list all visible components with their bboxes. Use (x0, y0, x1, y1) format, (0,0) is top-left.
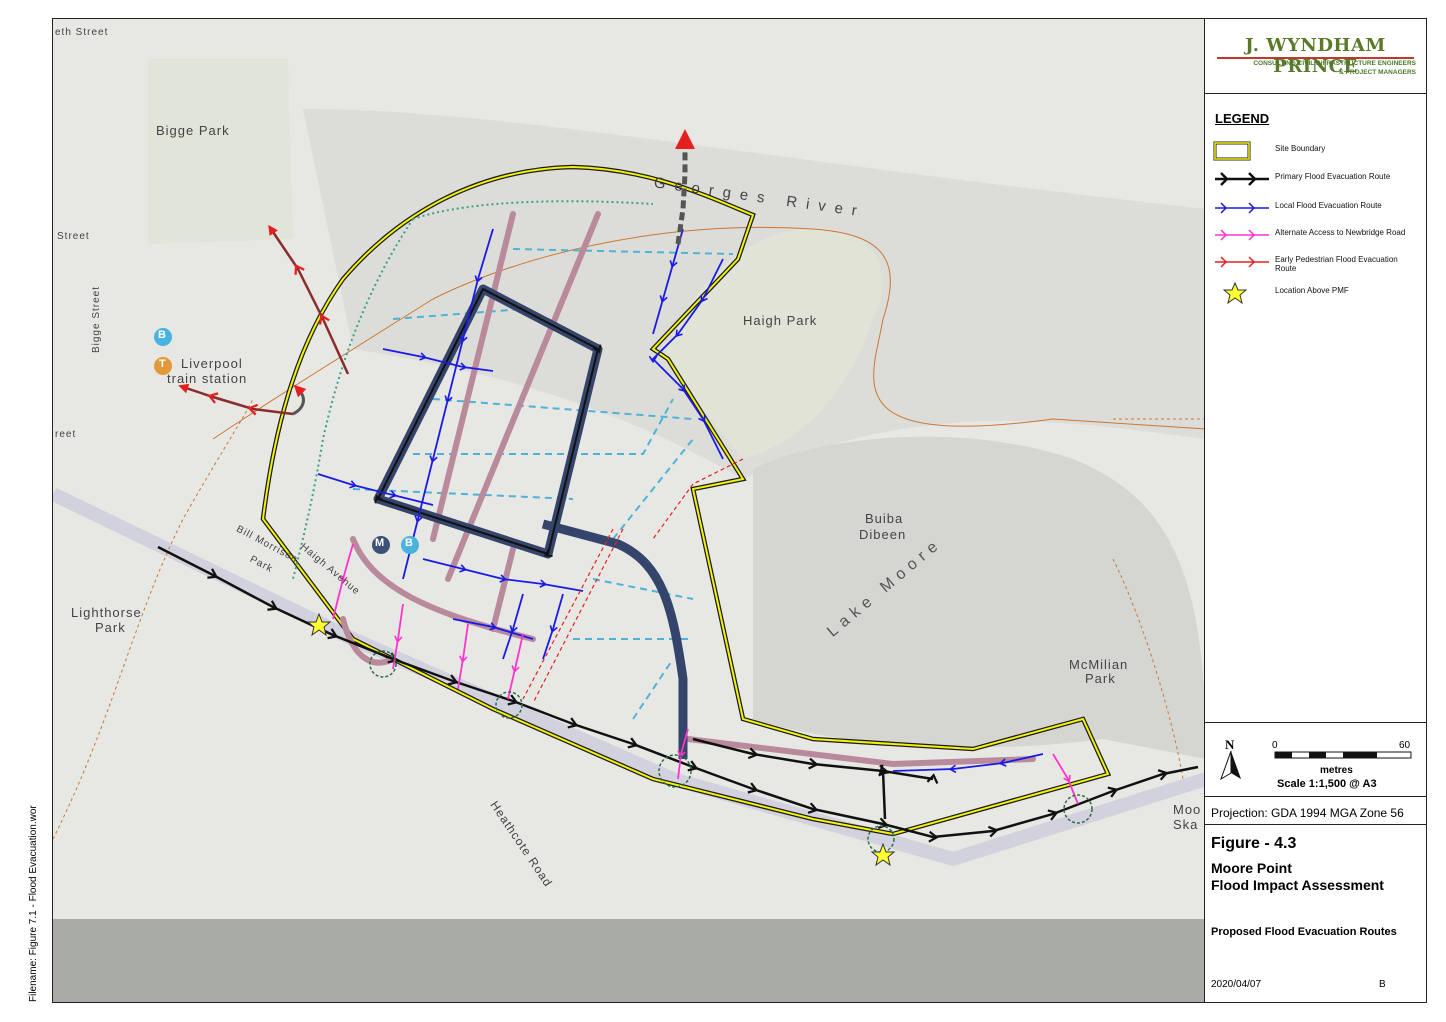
label-mcmilian-line1: McMilian (1069, 657, 1129, 672)
figure-title-line2: Flood Impact Assessment (1211, 877, 1384, 893)
legend-item-site-boundary: Site Boundary (1213, 140, 1423, 162)
legend-label: Early Pedestrian Flood Evacuation Route (1275, 255, 1398, 273)
legend-label: Location Above PMF (1275, 286, 1349, 295)
scale-end: 60 (1399, 740, 1411, 751)
bigge-park-area (148, 59, 293, 244)
legend-label: Primary Flood Evacuation Route (1275, 172, 1391, 181)
b-badge-station-letter: B (158, 329, 166, 341)
north-arrow-icon: N (1220, 737, 1241, 781)
legend-item-pedestrian-route: Early Pedestrian Flood Evacuation Route (1213, 251, 1423, 273)
legend-item-location-above-pmf: Location Above PMF (1213, 282, 1423, 304)
figure-subtitle: Proposed Flood Evacuation Routes (1211, 926, 1397, 938)
site-boundary-swatch (1213, 141, 1251, 161)
label-buiba-line1: Buiba (865, 511, 904, 526)
label-lighthorse-line2: Park (95, 620, 126, 635)
local-route-swatch (1215, 202, 1269, 214)
scale-text: Scale 1:1,500 @ A3 (1277, 778, 1377, 790)
label-mcmilian-line2: Park (1085, 671, 1116, 686)
legend: LEGEND Site Boundary Primary Flood Evacu… (1205, 94, 1426, 723)
legend-title: LEGEND (1215, 111, 1270, 126)
lake-moore-water (753, 436, 1204, 759)
legend-item-primary-route: Primary Flood Evacuation Route (1213, 168, 1423, 190)
projection-block: Projection: GDA 1994 MGA Zone 56 (1205, 797, 1426, 825)
scale-block: N 0 60 metres Scale 1:1,500 @ A3 (1205, 723, 1426, 797)
logo-tagline-2: & PROJECT MANAGERS (1339, 69, 1416, 76)
figure-block: Figure - 4.3 Moore Point Flood Impact As… (1205, 825, 1426, 1004)
label-moo: Moo (1173, 802, 1202, 817)
pedestrian-route-swatch (1215, 256, 1269, 268)
alternate-access-swatch (1215, 229, 1269, 241)
label-haigh-park: Haigh Park (743, 313, 818, 328)
figure-revision: B (1379, 979, 1386, 990)
primary-route-swatch (1215, 172, 1269, 186)
logo-block: J. WYNDHAM PRINCE CONSULTING CIVIL INFRA… (1205, 19, 1426, 94)
figure-title-line1: Moore Point (1211, 860, 1292, 876)
legend-label: Alternate Access to Newbridge Road (1275, 228, 1406, 237)
label-ska: Ska (1173, 817, 1199, 832)
label-station-line2: train station (167, 371, 248, 386)
title-block: J. WYNDHAM PRINCE CONSULTING CIVIL INFRA… (1205, 18, 1427, 1003)
legend-item-local-route: Local Flood Evacuation Route (1213, 197, 1423, 219)
scale-unit: metres (1320, 765, 1353, 776)
map-frame: eth Street Bigge Park Street Bigge Stree… (52, 18, 1205, 1003)
scale-start: 0 (1272, 740, 1278, 751)
legend-item-alternate-access: Alternate Access to Newbridge Road (1213, 224, 1423, 246)
label-buiba-line2: Dibeen (859, 527, 907, 542)
label-street-left-2: reet (55, 429, 77, 440)
label-street-left: Street (57, 231, 90, 242)
bottom-strip (53, 919, 1204, 1002)
logo-rule (1217, 57, 1414, 59)
logo-tagline-1: CONSULTING CIVIL INFRASTRUCTURE ENGINEER… (1253, 60, 1416, 67)
label-street-top: eth Street (55, 27, 109, 38)
map-canvas (53, 59, 1204, 1002)
star-icon (1222, 282, 1248, 304)
m-badge-letter: M (375, 537, 385, 549)
figure-number: Figure - 4.3 (1211, 835, 1297, 852)
b-badge-metro-letter: B (405, 537, 413, 549)
filename-label: Filename: Figure 7.1 - Flood Evacuation.… (28, 805, 39, 1002)
label-station-line1: Liverpool (181, 356, 243, 371)
north-letter: N (1225, 737, 1235, 752)
t-badge-station-letter: T (159, 358, 166, 370)
figure-date: 2020/04/07 (1211, 979, 1262, 990)
projection-text: Projection: GDA 1994 MGA Zone 56 (1211, 806, 1404, 820)
label-bigge-street: Bigge Street (91, 285, 103, 354)
legend-label: Local Flood Evacuation Route (1275, 201, 1382, 210)
legend-label: Site Boundary (1275, 144, 1326, 153)
label-lighthorse-line1: Lighthorse (71, 605, 142, 620)
label-bigge-park: Bigge Park (156, 123, 230, 138)
scale-bar: 0 60 (1272, 740, 1412, 759)
